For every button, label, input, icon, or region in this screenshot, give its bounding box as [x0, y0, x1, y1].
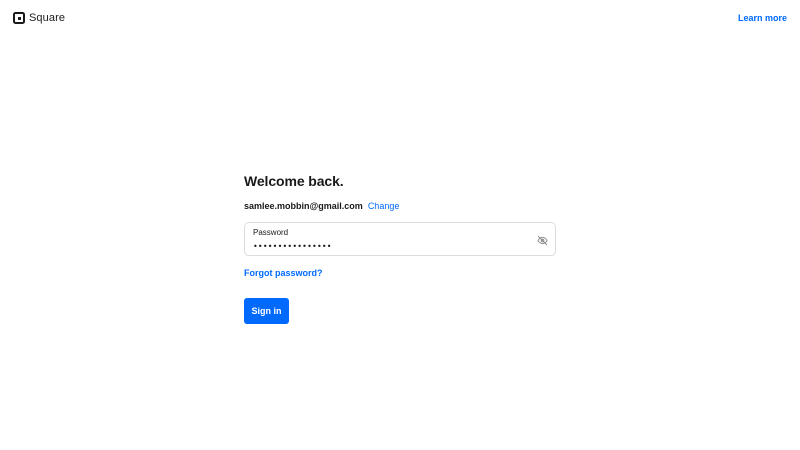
learn-more-link[interactable]: Learn more	[738, 13, 787, 23]
page-title: Welcome back.	[244, 173, 344, 189]
change-account-link[interactable]: Change	[368, 201, 400, 211]
password-label: Password	[253, 228, 289, 237]
top-bar: Square Learn more	[0, 0, 800, 38]
account-email: samlee.mobbin@gmail.com	[244, 201, 363, 211]
account-identity: samlee.mobbin@gmail.com Change	[244, 199, 556, 213]
signin-form: Welcome back. samlee.mobbin@gmail.com Ch…	[244, 172, 556, 324]
square-logo-icon	[13, 12, 25, 24]
password-field[interactable]: Password	[244, 222, 556, 256]
password-input[interactable]	[253, 240, 523, 252]
square-logo[interactable]: Square	[13, 12, 65, 24]
signin-page: Square Learn more Welcome back. samlee.m…	[0, 0, 800, 450]
forgot-password-link[interactable]: Forgot password?	[244, 267, 556, 279]
sign-in-button[interactable]: Sign in	[244, 298, 289, 324]
brand-name: Square	[29, 12, 66, 24]
eye-slash-icon[interactable]	[536, 234, 548, 246]
